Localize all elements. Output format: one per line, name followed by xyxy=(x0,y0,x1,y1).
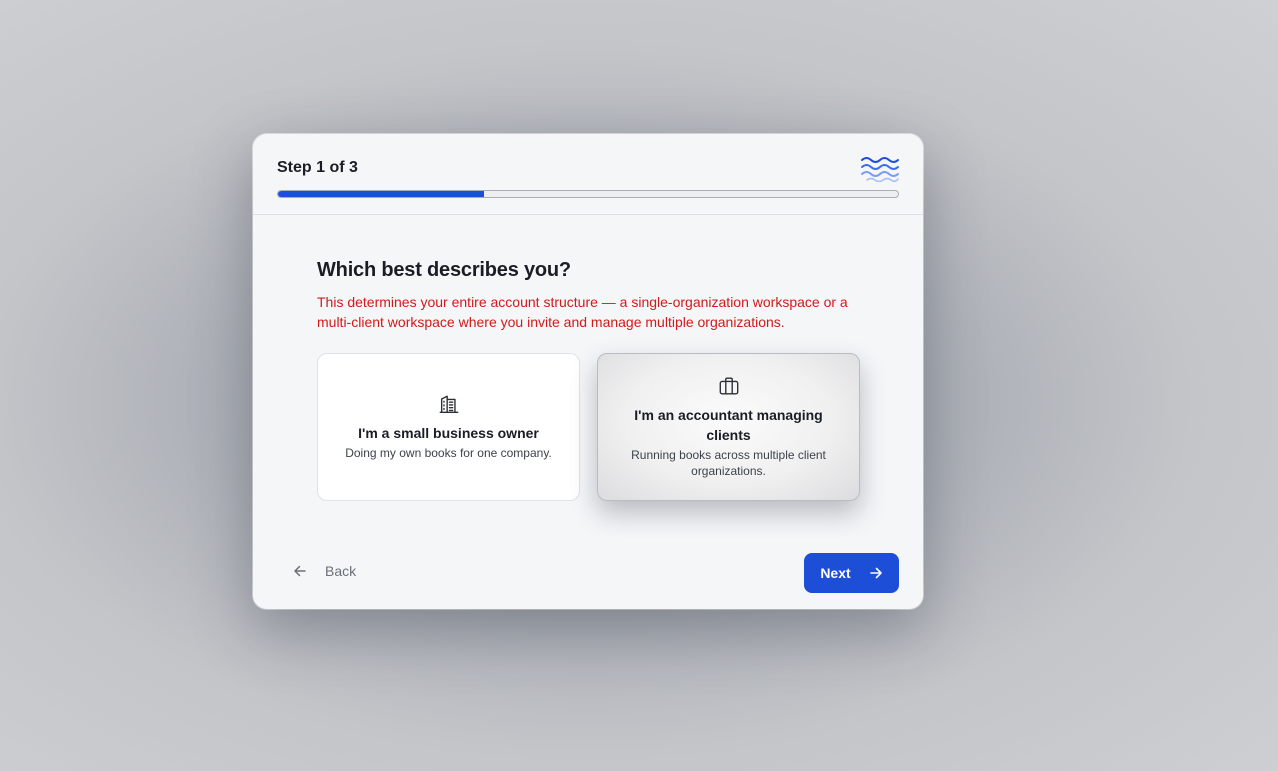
progress-bar-fill xyxy=(278,191,485,197)
next-button-label: Next xyxy=(820,565,851,581)
option-description: Running books across multiple client org… xyxy=(631,448,826,478)
back-button-label: Back xyxy=(325,563,357,579)
modal-header: Step 1 of 3 xyxy=(253,134,923,215)
question-title: Which best describes you? xyxy=(317,259,571,281)
option-description: Doing my own books for one company. xyxy=(345,446,552,460)
back-button[interactable]: Back xyxy=(293,563,356,579)
option-title: I'm a small business owner xyxy=(358,425,539,441)
building-icon xyxy=(439,395,458,413)
option-accountant-managing-clients[interactable]: I'm an accountant managing clients Runni… xyxy=(597,353,860,501)
progress-bar xyxy=(277,190,899,198)
option-title: I'm an accountant managing clients xyxy=(634,407,823,443)
next-button[interactable]: Next xyxy=(804,553,899,593)
modal-content: Which best describes you? This determine… xyxy=(253,215,923,537)
modal-footer: Back Next xyxy=(253,537,923,609)
arrow-right-icon xyxy=(869,567,882,579)
arrow-left-icon xyxy=(294,565,306,577)
question-description: This determines your entire account stru… xyxy=(317,294,848,330)
step-label: Step 1 of 3 xyxy=(277,159,358,176)
briefcase-icon xyxy=(719,377,738,395)
option-small-business-owner[interactable]: I'm a small business owner Doing my own … xyxy=(317,353,580,501)
option-list: I'm a small business owner Doing my own … xyxy=(317,353,923,501)
waves-logo-icon xyxy=(861,157,899,182)
onboarding-modal: Step 1 of 3 Which best describes you? Th… xyxy=(253,134,923,609)
